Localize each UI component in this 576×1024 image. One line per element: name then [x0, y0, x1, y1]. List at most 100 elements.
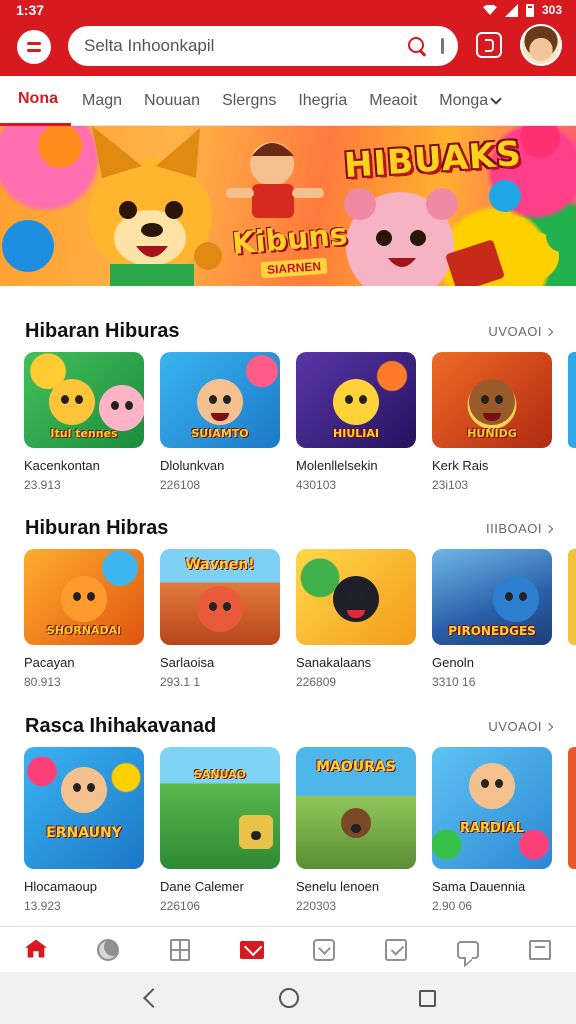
search-bar[interactable] [68, 26, 458, 66]
card-meta: 13.923 [24, 899, 61, 913]
recents-icon[interactable] [419, 989, 437, 1007]
tab-meaoit[interactable]: Meaoit [358, 76, 428, 126]
tab-slergns[interactable]: Slergns [211, 76, 287, 126]
see-all-link[interactable]: IIIBOAOI [486, 521, 554, 536]
game-thumbnail: SHORNADAI [24, 549, 144, 645]
game-thumbnail: PIRONEDGES [432, 549, 552, 645]
back-icon[interactable] [142, 988, 163, 1008]
game-card[interactable]: SANUAO Dane Calemer 226106 [160, 747, 280, 913]
thumbnail-caption: SANUAO [193, 768, 247, 781]
section-title: Hibaran Hiburas [25, 320, 180, 342]
game-thumbnail: MAOURAS [296, 747, 416, 869]
chevron-down-icon [490, 92, 502, 105]
game-thumbnail: HIULIAI [296, 352, 416, 448]
see-all-link[interactable]: UVOAOI [488, 719, 554, 734]
system-navigation [0, 972, 576, 1024]
home-icon [25, 939, 47, 958]
card-title: Pacayan [24, 655, 75, 670]
card-meta: 293.1 1 [160, 675, 201, 689]
menu-button[interactable] [17, 30, 51, 64]
game-thumbnail: Wavnen! [160, 549, 280, 645]
card-title: Dane Calemer [160, 879, 244, 894]
game-thumbnail: SANUAO [160, 747, 280, 869]
nav-box[interactable] [304, 930, 344, 970]
chevron-right-icon [544, 722, 554, 731]
next-card-peek[interactable] [568, 352, 576, 448]
search-input[interactable] [84, 36, 407, 56]
card-meta: 3310 16 [432, 675, 476, 689]
game-thumbnail: SUIAMTO [160, 352, 280, 448]
card-meta: 220303 [296, 899, 337, 913]
globe-icon [97, 938, 119, 961]
game-thumbnail: ERNAUNY [24, 747, 144, 869]
game-card[interactable]: RARDIAL Sama Dauennia 2.90 06 [432, 747, 552, 913]
mic-icon[interactable] [441, 38, 444, 54]
chat-icon [457, 940, 479, 959]
thumbnail-caption: PIRONEDGES [448, 624, 536, 638]
game-card[interactable]: HUNIDG Kerk Rais 23i103 [432, 352, 552, 492]
character-art [197, 585, 243, 632]
cast-button[interactable] [476, 32, 502, 58]
thumbnail-caption: Itul tennes [50, 427, 118, 440]
character-art [469, 763, 515, 810]
character-art [493, 575, 539, 622]
tab-nona[interactable]: Nona [0, 76, 71, 126]
card-meta: 226108 [160, 478, 201, 492]
mail-icon [240, 940, 264, 959]
game-card[interactable]: SHORNADAI Pacayan 80.913 [24, 549, 144, 689]
menu-icon-bar [27, 49, 41, 52]
thumbnail-caption: HUNIDG [467, 427, 517, 440]
card-title: Genoln [432, 655, 474, 670]
nav-inbox[interactable] [520, 930, 560, 970]
see-all-link[interactable]: UVOAOI [488, 324, 554, 339]
tab-magn[interactable]: Magn [71, 76, 133, 126]
nav-chat[interactable] [448, 930, 488, 970]
see-all-label: UVOAOI [488, 719, 542, 734]
card-row: ERNAUNY Hlocamaoup 13.923 SANUAO Dane Ca… [24, 747, 552, 913]
game-card[interactable]: MAOURAS Senelu lenoen 220303 [296, 747, 416, 913]
game-card[interactable]: Wavnen! Sarlaoisa 293.1 1 [160, 549, 280, 689]
search-icon[interactable] [407, 36, 427, 56]
nav-home[interactable] [16, 930, 56, 970]
chevron-right-icon [544, 327, 554, 336]
section-title: Rasca Ihihakavanad [25, 715, 217, 737]
game-thumbnail: Itul tennes [24, 352, 144, 448]
card-title: Kacenkontan [24, 458, 100, 473]
nav-tasks[interactable] [376, 930, 416, 970]
car-art [239, 815, 273, 850]
battery-icon [525, 3, 534, 17]
card-title: Dlolunkvan [160, 458, 225, 473]
game-card[interactable]: ERNAUNY Hlocamaoup 13.923 [24, 747, 144, 913]
nav-explore[interactable] [88, 930, 128, 970]
card-title: Sama Dauennia [432, 879, 526, 894]
card-meta: 23i103 [432, 478, 469, 492]
next-card-peek[interactable] [568, 747, 576, 869]
tab-monga-label: Monga [439, 91, 489, 109]
game-card[interactable]: Itul tennes Kacenkontan 23.913 [24, 352, 144, 492]
app-bar [0, 20, 576, 76]
game-card[interactable]: Sanakalaans 226809 [296, 549, 416, 689]
character-art [61, 575, 107, 622]
chevron-right-icon [544, 524, 554, 533]
tab-ihegria[interactable]: Ihegria [287, 76, 358, 126]
thumbnail-caption: RARDIAL [459, 821, 525, 836]
featured-banner[interactable]: HIBUAKS Kibuns SIARNEN [0, 126, 576, 286]
status-icons: 303 [482, 3, 562, 17]
character-art [61, 766, 107, 813]
avatar[interactable] [520, 24, 562, 66]
status-bar: 1:37 303 [0, 0, 576, 20]
card-row: Itul tennes Kacenkontan 23.913 SUIAMTO D… [24, 352, 552, 492]
card-title: Sanakalaans [296, 655, 372, 670]
game-card[interactable]: SUIAMTO Dlolunkvan 226108 [160, 352, 280, 492]
tab-monga[interactable]: Monga [428, 76, 511, 126]
game-card[interactable]: PIRONEDGES Genoln 3310 16 [432, 549, 552, 689]
nav-mail[interactable] [232, 930, 272, 970]
tab-nouuan[interactable]: Nouuan [133, 76, 211, 126]
character-art [49, 378, 95, 425]
inbox-icon [529, 939, 551, 960]
nav-grid[interactable] [160, 930, 200, 970]
home-circle-icon[interactable] [279, 988, 300, 1008]
game-card[interactable]: HIULIAI Molenllelsekin 430103 [296, 352, 416, 492]
card-meta: 23.913 [24, 478, 61, 492]
next-card-peek[interactable] [568, 549, 576, 645]
